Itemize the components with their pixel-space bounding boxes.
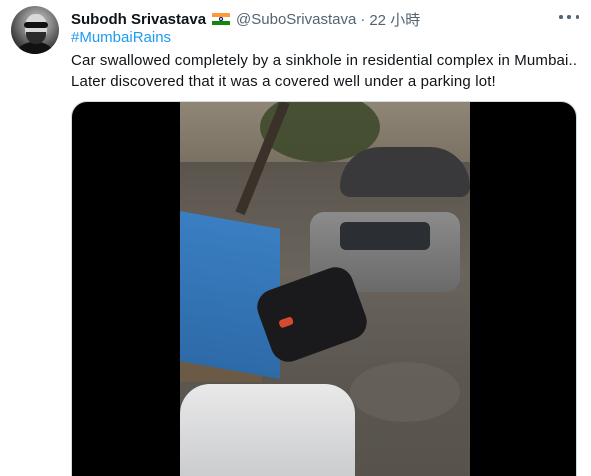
tweet-timestamp[interactable]: 22 小時 [369,9,420,30]
tail-light [278,316,295,329]
hashtag-link[interactable]: #MumbaiRains [71,29,171,46]
tweet: Subodh Srivastava @SuboSrivastava · 22 小… [0,0,591,476]
tweet-header: Subodh Srivastava @SuboSrivastava · 22 小… [71,9,420,29]
video-media[interactable] [71,101,577,476]
tweet-text: Car swallowed completely by a sinkhole i… [71,50,581,92]
avatar[interactable] [11,6,59,54]
user-handle[interactable]: @SuboSrivastava [236,11,356,28]
car-window [340,222,430,250]
covered-car-foreground [180,384,355,476]
puddle [350,362,460,422]
india-flag-icon [212,12,231,26]
more-options-icon[interactable] [559,10,579,24]
parked-dark-car [340,147,470,197]
tweet-text-line: Later discovered that it was a covered w… [71,73,496,90]
video-frame[interactable] [180,102,470,476]
display-name[interactable]: Subodh Srivastava [71,11,206,28]
avatar-glasses [24,22,48,28]
separator-dot: · [360,10,366,28]
tweet-text-line: Car swallowed completely by a sinkhole i… [71,52,578,69]
